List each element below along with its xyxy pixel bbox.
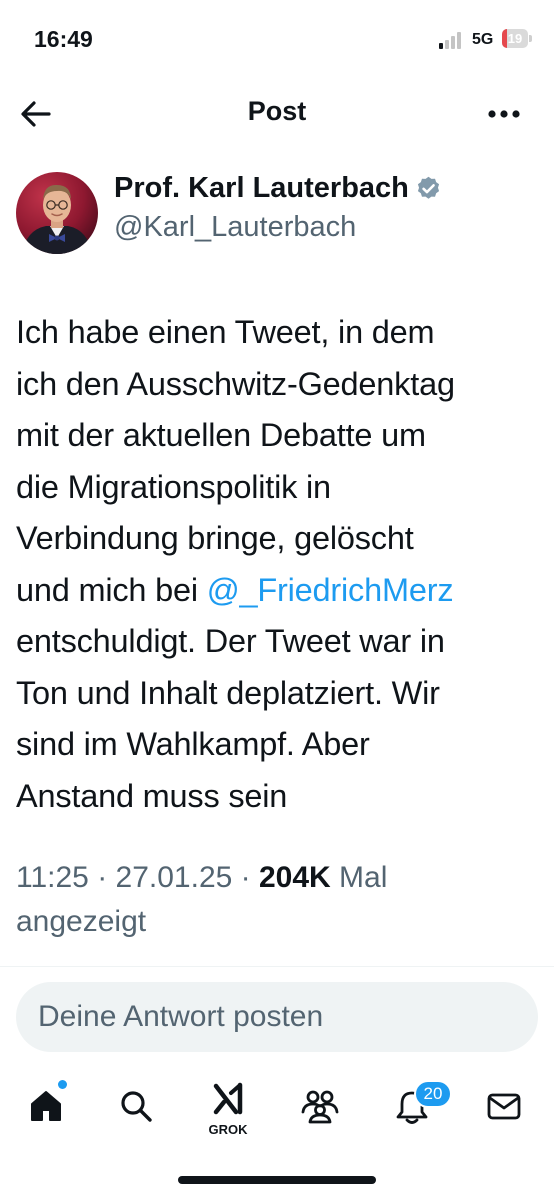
post-date[interactable]: 27.01.25 [116,861,233,894]
bottom-tab-bar: GROK 20 [0,1072,554,1152]
post-text-line: Ich habe einen Tweet, in dem [16,314,435,350]
post-text-line: die Migrationspolitik in [16,468,331,505]
post-meta: 11:25 · 27.01.25 · 204K Mal angezeigt [16,856,538,944]
meta-separator: · [88,861,116,894]
tab-search[interactable] [106,1072,166,1144]
post-text-line: und mich bei @_FriedrichMerz [16,565,538,617]
post-text-line: ich den Ausschwitz-Gedenktag [16,365,455,402]
author-handle: @Karl_Lauterbach [114,211,357,243]
post-header: Post [0,80,554,146]
post-text-line: mit der aktuellen Debatte um [16,417,426,453]
tab-grok-label: GROK [208,1122,248,1137]
post-text-line: sind im Wahlkampf. Aber [16,726,370,762]
battery-percentage: 19 [507,31,523,46]
views-count[interactable]: 204K [259,861,331,894]
verified-badge-icon [415,175,442,202]
author-name[interactable]: Prof. Karl Lauterbach [114,172,409,204]
tab-messages[interactable] [474,1072,534,1144]
post-author[interactable]: Prof. Karl Lauterbach @Karl_Lauterbach [114,168,534,246]
home-notification-dot [58,1080,67,1089]
post-text-segment: und mich bei [16,571,207,608]
meta-separator: · [232,861,259,894]
grok-icon [213,1082,243,1115]
cellular-signal-icon [439,31,463,49]
battery-icon: 19 [502,29,532,48]
home-icon [31,1091,61,1121]
page-title: Post [247,96,307,126]
views-label-continued: angezeigt [16,905,147,938]
more-horizontal-icon [488,110,520,118]
post-text-line: entschuldigt. Der Tweet war in [16,623,445,659]
communities-icon [301,1090,339,1124]
post-meta-line: 11:25 · 27.01.25 · 204K Mal [16,856,538,900]
search-icon [121,1091,152,1122]
post-text-line: Verbindung bringe, gelöscht [16,520,414,556]
home-indicator [178,1176,376,1184]
avatar[interactable] [16,172,98,254]
tab-home[interactable] [16,1072,76,1144]
notifications-badge: 20 [414,1080,452,1108]
reply-input[interactable]: Deine Antwort posten [16,982,538,1052]
post-time[interactable]: 11:25 [16,861,89,894]
status-bar: 16:49 5G 19 [0,0,554,80]
tab-communities[interactable] [290,1072,350,1144]
views-label: Mal [330,861,388,894]
mail-icon [487,1093,521,1120]
network-type: 5G [472,31,494,48]
post-text: Ich habe einen Tweet, in dem ich den Aus… [16,307,538,822]
post-text-line: Anstand muss sein [16,777,288,814]
more-options-button[interactable] [484,96,524,132]
tab-notifications[interactable]: 20 [382,1072,452,1144]
tab-grok[interactable]: GROK [198,1072,258,1144]
status-time: 16:49 [34,26,93,52]
post-text-line: Ton und Inhalt deplatziert. Wir [16,674,440,711]
divider [0,966,554,967]
mention-link[interactable]: @_FriedrichMerz [207,572,454,608]
